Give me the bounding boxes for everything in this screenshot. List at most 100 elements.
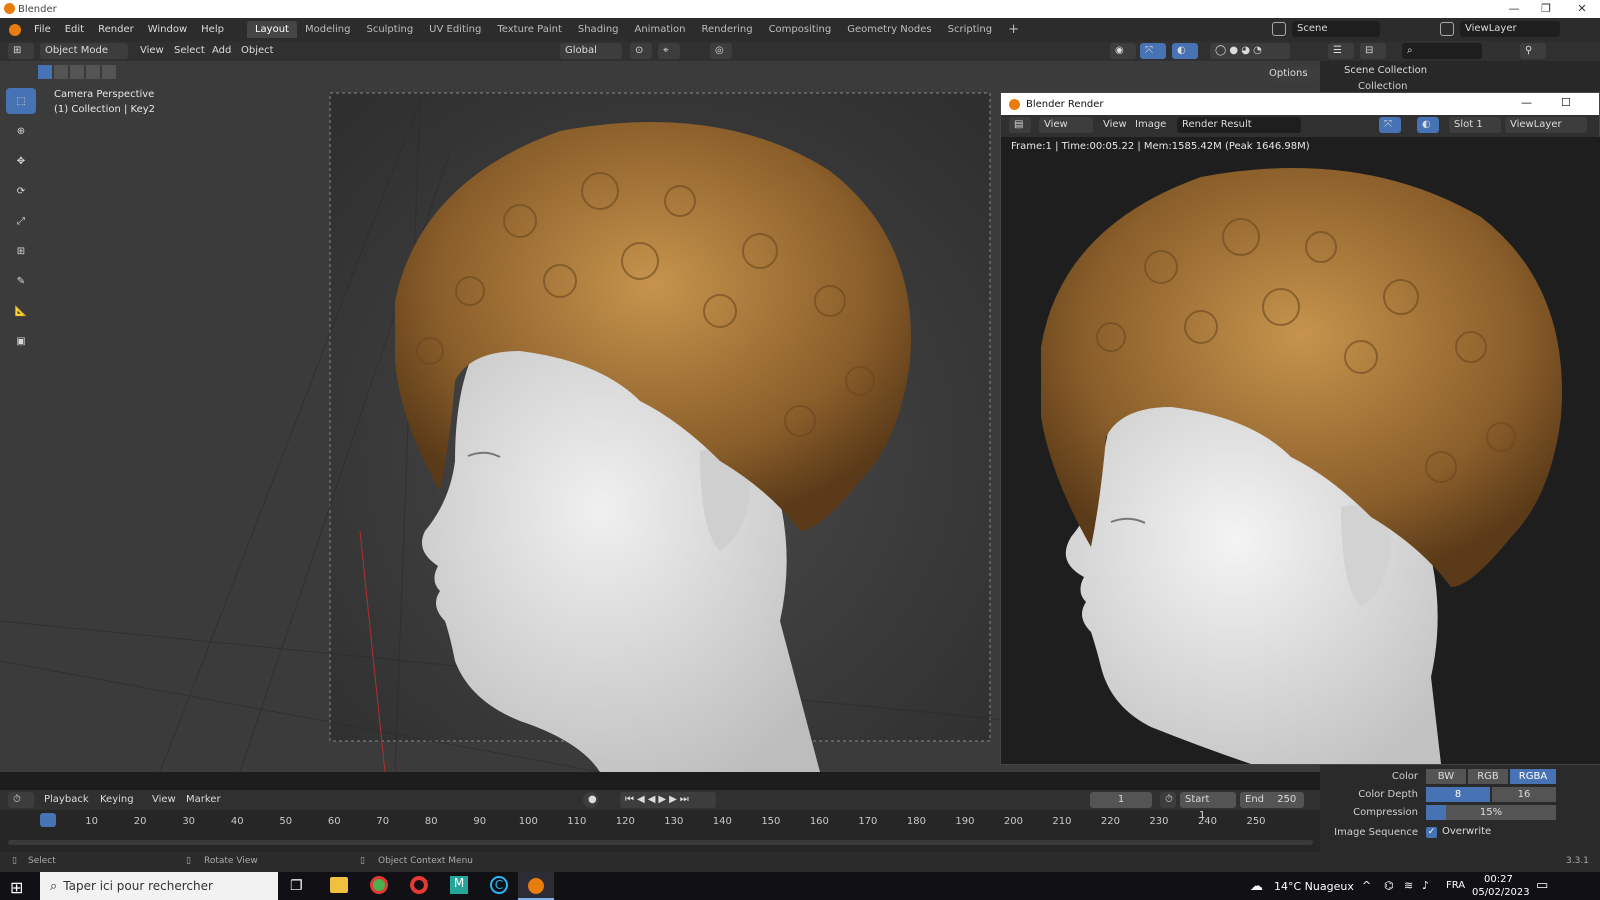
image-editor-icon[interactable]: ▤ <box>1009 117 1031 133</box>
tab-layout[interactable]: Layout <box>246 21 297 38</box>
annotate-tool-icon[interactable]: ✎ <box>6 268 36 294</box>
gizmo-icon[interactable]: ⤧ <box>1140 43 1166 59</box>
tab-uv-editing[interactable]: UV Editing <box>421 21 489 38</box>
minimize-icon[interactable]: — <box>1498 0 1530 18</box>
timeline-tick: 20 <box>133 816 147 827</box>
color-bw-option[interactable]: BW <box>1426 769 1466 784</box>
select-box-tool-icon[interactable]: ⬚ <box>6 88 36 114</box>
header-menu-view[interactable]: View <box>140 45 164 56</box>
taskbar-search[interactable]: ⌕ Taper ici pour rechercher <box>40 872 278 900</box>
render-viewlayer-selector[interactable]: ViewLayer <box>1505 117 1587 133</box>
transform-tool-icon[interactable]: ⊞ <box>6 238 36 264</box>
blender-menu-icon[interactable] <box>9 23 21 36</box>
slot-selector[interactable]: Slot 1 <box>1449 117 1501 133</box>
maya-icon[interactable]: M <box>450 876 468 894</box>
shading-mode-buttons[interactable]: ◯ ● ◕ ◔ <box>1210 43 1290 59</box>
display-mode-icon[interactable]: ⊟ <box>1360 43 1386 59</box>
cursor-tool-icon[interactable]: ⊕ <box>6 118 36 144</box>
options-dropdown[interactable]: Options <box>1264 66 1320 82</box>
opera-icon[interactable] <box>410 876 428 894</box>
filter-icon[interactable]: ⚲ <box>1520 43 1546 59</box>
depth-16-option[interactable]: 16 <box>1492 787 1556 802</box>
playhead[interactable] <box>40 813 56 827</box>
scale-tool-icon[interactable]: ⤢ <box>6 208 36 234</box>
color-rgba-option[interactable]: RGBA <box>1510 769 1556 784</box>
tab-rendering[interactable]: Rendering <box>693 21 760 38</box>
tab-shading[interactable]: Shading <box>570 21 627 38</box>
compression-label: Compression <box>1353 807 1418 818</box>
tab-geometry-nodes[interactable]: Geometry Nodes <box>839 21 939 38</box>
overwrite-checkbox[interactable]: ✓ <box>1426 827 1437 838</box>
orientation-selector[interactable]: Global <box>560 43 622 59</box>
proportional-edit-icon[interactable]: ◎ <box>710 43 732 59</box>
add-workspace-button[interactable]: + <box>1000 19 1027 40</box>
render-gizmo-icon[interactable]: ⤧ <box>1379 117 1401 133</box>
header-menu-select[interactable]: Select <box>174 45 205 56</box>
outliner-editor-icon[interactable]: ☰ <box>1328 43 1354 59</box>
visibility-icon[interactable]: ◉ <box>1110 43 1136 59</box>
tab-compositing[interactable]: Compositing <box>761 21 840 38</box>
tab-sculpting[interactable]: Sculpting <box>358 21 421 38</box>
volume-icon[interactable]: ♪ <box>1422 879 1429 892</box>
blender-taskbar-icon[interactable] <box>518 872 554 900</box>
clock-time[interactable]: 00:27 <box>1484 874 1513 885</box>
tab-animation[interactable]: Animation <box>627 21 694 38</box>
task-view-icon[interactable]: ❐ <box>290 878 303 894</box>
notification-icon[interactable]: ▭ <box>1536 878 1548 893</box>
select-mode-buttons[interactable] <box>38 65 118 79</box>
menu-file[interactable]: File <box>27 24 58 35</box>
render-minimize-icon[interactable]: — <box>1521 96 1532 109</box>
outliner-scene-collection[interactable]: Scene Collection <box>1344 65 1427 76</box>
menu-help[interactable]: Help <box>194 24 231 35</box>
menu-render[interactable]: Render <box>91 24 141 35</box>
render-menu-view[interactable]: View <box>1103 119 1127 130</box>
overwrite-label: Overwrite <box>1442 826 1492 837</box>
outliner-collection[interactable]: Collection <box>1358 81 1407 92</box>
timeline-scrollbar[interactable] <box>8 840 1313 845</box>
rotate-tool-icon[interactable]: ⟳ <box>6 178 36 204</box>
restore-icon[interactable]: ❐ <box>1530 0 1562 18</box>
color-label: Color <box>1391 771 1418 782</box>
timeline-tick: 250 <box>1246 816 1266 827</box>
render-view-mode[interactable]: View <box>1039 117 1093 133</box>
c-app-icon[interactable]: C <box>490 876 508 894</box>
color-rgb-option[interactable]: RGB <box>1468 769 1508 784</box>
tab-modeling[interactable]: Modeling <box>297 21 359 38</box>
network-icon[interactable]: ⌬ <box>1384 879 1394 892</box>
outliner-search-icon[interactable]: ⌕ <box>1402 43 1482 59</box>
viewlayer-selector[interactable]: ViewLayer <box>1460 21 1560 37</box>
chrome-icon[interactable] <box>370 876 388 894</box>
render-window-title: Blender Render <box>1026 98 1104 110</box>
render-overlay-icon[interactable]: ◐ <box>1417 117 1439 133</box>
windows-start-icon[interactable]: ⊞ <box>10 878 23 897</box>
menu-window[interactable]: Window <box>141 24 194 35</box>
tray-chevron-icon[interactable]: ^ <box>1362 879 1371 892</box>
weather-label[interactable]: 14°C Nuageux <box>1274 880 1354 893</box>
close-icon[interactable]: ✕ <box>1566 0 1598 18</box>
move-tool-icon[interactable]: ✥ <box>6 148 36 174</box>
wifi-icon[interactable]: ≋ <box>1404 879 1413 892</box>
tab-scripting[interactable]: Scripting <box>940 21 1000 38</box>
clock-date[interactable]: 05/02/2023 <box>1472 887 1530 898</box>
header-menu-object[interactable]: Object <box>241 45 274 56</box>
render-maximize-icon[interactable]: ☐ <box>1561 96 1571 109</box>
depth-8-option[interactable]: 8 <box>1426 787 1490 802</box>
compression-slider[interactable]: 15% <box>1426 805 1556 820</box>
snap-icon[interactable]: ⌖ <box>658 43 680 59</box>
version-label: 3.3.1 <box>1566 856 1589 866</box>
tab-texture-paint[interactable]: Texture Paint <box>489 21 570 38</box>
language-label[interactable]: FRA <box>1446 880 1465 891</box>
overlay-icon[interactable]: ◐ <box>1172 43 1198 59</box>
measure-tool-icon[interactable]: 📐 <box>6 298 36 324</box>
render-result-selector[interactable]: Render Result <box>1177 117 1301 133</box>
mode-selector[interactable]: Object Mode <box>40 43 128 59</box>
file-explorer-icon[interactable] <box>330 877 348 893</box>
editor-type-icon[interactable]: ⊞ <box>8 43 34 59</box>
timeline-tick: 90 <box>473 816 487 827</box>
render-menu-image[interactable]: Image <box>1135 119 1166 130</box>
add-cube-tool-icon[interactable]: ▣ <box>6 328 36 354</box>
pivot-icon[interactable]: ⊙ <box>630 43 652 59</box>
scene-selector[interactable]: Scene <box>1292 21 1380 37</box>
header-menu-add[interactable]: Add <box>212 45 231 56</box>
menu-edit[interactable]: Edit <box>58 24 91 35</box>
